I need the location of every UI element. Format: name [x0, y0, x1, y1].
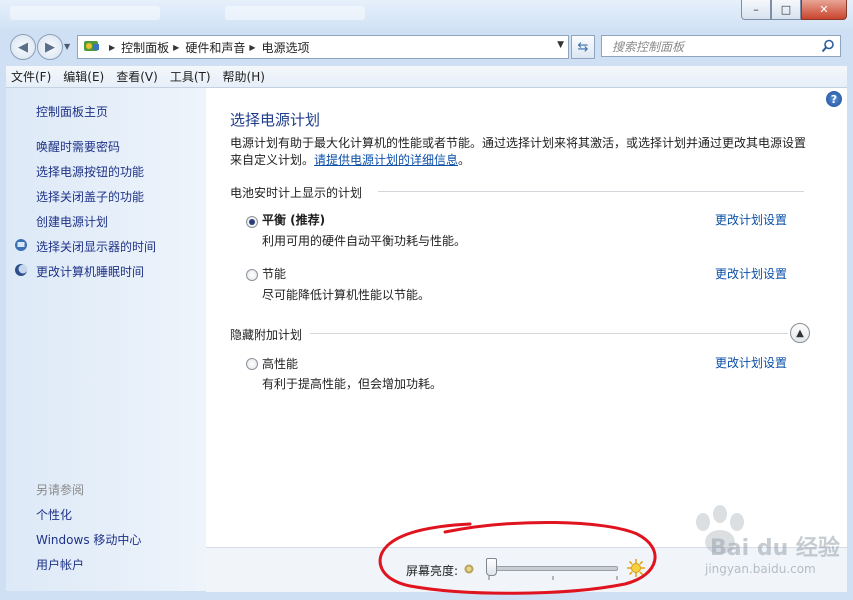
refresh-button[interactable]: ⇆	[571, 35, 595, 59]
collapse-hidden-plans-button[interactable]: ▲	[790, 323, 810, 343]
breadcrumb-power-options[interactable]: 电源选项	[262, 39, 310, 56]
back-button[interactable]: ◀	[10, 34, 36, 60]
plan-details-link[interactable]: 请提供电源计划的详细信息	[314, 153, 458, 167]
sidebar-item-lid-close[interactable]: 选择关闭盖子的功能	[36, 188, 144, 205]
breadcrumb-hardware-sound[interactable]: 硬件和声音	[185, 39, 245, 56]
breadcrumb-separator-icon[interactable]: ▶	[173, 43, 179, 52]
sidebar-item-personalization[interactable]: 个性化	[36, 506, 72, 523]
plan-desc-power-saver: 尽可能降低计算机性能以节能。	[262, 288, 431, 302]
forward-arrow-icon: ▶	[45, 39, 55, 55]
sidebar-item-display-off[interactable]: 选择关闭显示器的时间	[36, 238, 156, 255]
plan-radio-balanced[interactable]	[246, 216, 258, 228]
menu-edit[interactable]: 编辑(E)	[58, 68, 109, 85]
address-dropdown-icon[interactable]: ▼	[557, 40, 564, 50]
blurred-tab	[225, 6, 365, 20]
search-input[interactable]	[610, 37, 814, 57]
forward-button[interactable]: ▶	[37, 34, 63, 60]
window-controls: – □ ✕	[741, 0, 847, 20]
page-title: 选择电源计划	[230, 111, 321, 129]
address-bar[interactable]: ▶ 控制面板 ▶ 硬件和声音 ▶ 电源选项 ▼	[77, 35, 569, 59]
plan-radio-power-saver[interactable]	[246, 269, 258, 281]
change-plan-settings-balanced[interactable]: 更改计划设置	[715, 211, 787, 228]
breadcrumb-separator-icon[interactable]: ▶	[249, 43, 255, 52]
sidebar-control-panel-home[interactable]: 控制面板主页	[36, 103, 108, 120]
back-arrow-icon: ◀	[18, 39, 28, 55]
section-hidden-plans: 隐藏附加计划	[230, 328, 303, 342]
plan-desc-high-performance: 有利于提高性能，但会增加功耗。	[262, 377, 443, 391]
monitor-icon	[15, 239, 27, 251]
plan-radio-high-performance[interactable]	[246, 358, 258, 370]
blurred-tab	[10, 6, 160, 20]
chevron-up-icon: ▲	[796, 327, 804, 339]
minimize-button[interactable]: –	[741, 0, 771, 20]
title-bar: – □ ✕	[0, 0, 853, 30]
red-annotation-circle	[378, 520, 657, 595]
plan-desc-balanced: 利用可用的硬件自动平衡功耗与性能。	[262, 234, 467, 248]
sidebar-item-mobility-center[interactable]: Windows 移动中心	[36, 531, 141, 548]
see-also-header: 另请参阅	[36, 483, 85, 497]
change-plan-settings-high-performance[interactable]: 更改计划设置	[715, 354, 787, 371]
breadcrumb-separator-icon[interactable]: ▶	[109, 43, 115, 52]
section-divider	[310, 333, 788, 334]
menu-help[interactable]: 帮助(H)	[218, 68, 270, 85]
plan-name-balanced[interactable]: 平衡 (推荐)	[262, 211, 325, 228]
search-icon[interactable]	[821, 39, 835, 53]
sleep-moon-icon	[15, 264, 28, 276]
search-box[interactable]	[601, 35, 841, 57]
sidebar-item-user-accounts[interactable]: 用户帐户	[36, 556, 84, 573]
menu-file[interactable]: 文件(F)	[6, 68, 56, 85]
section-battery-plans: 电池安时计上显示的计划	[230, 186, 363, 200]
maximize-button[interactable]: □	[771, 0, 801, 20]
refresh-icon: ⇆	[577, 39, 589, 55]
sidebar-item-wake-password[interactable]: 唤醒时需要密码	[36, 138, 120, 155]
help-icon[interactable]: ?	[826, 91, 842, 107]
watermark-url: jingyan.baidu.com	[705, 562, 816, 576]
sidebar-item-sleep-time[interactable]: 更改计算机睡眠时间	[36, 263, 144, 280]
menu-view[interactable]: 查看(V)	[111, 68, 163, 85]
plan-name-power-saver[interactable]: 节能	[262, 265, 286, 282]
description-end: 。	[458, 153, 471, 167]
change-plan-settings-power-saver[interactable]: 更改计划设置	[715, 265, 787, 282]
menu-tools[interactable]: 工具(T)	[165, 68, 216, 85]
recent-pages-dropdown-icon[interactable]: ▼	[64, 42, 70, 51]
plan-name-high-performance[interactable]: 高性能	[262, 355, 298, 372]
sidebar-item-create-plan[interactable]: 创建电源计划	[36, 213, 108, 230]
section-divider	[378, 191, 804, 192]
control-panel-icon	[84, 41, 99, 51]
menu-bar: 文件(F) 编辑(E) 查看(V) 工具(T) 帮助(H)	[6, 66, 847, 88]
navigation-bar: ◀ ▶ ▼ ▶ 控制面板 ▶ 硬件和声音 ▶ 电源选项 ▼ ⇆	[0, 30, 853, 64]
page-description: 电源计划有助于最大化计算机的性能或者节能。通过选择计划来将其激活，或选择计划并通…	[230, 135, 815, 169]
watermark-brand: Bai du 经验	[710, 536, 840, 561]
task-pane: 控制面板主页 唤醒时需要密码 选择电源按钮的功能 选择关闭盖子的功能 创建电源计…	[6, 88, 206, 591]
sidebar-item-power-button[interactable]: 选择电源按钮的功能	[36, 163, 144, 180]
close-button[interactable]: ✕	[801, 0, 847, 20]
breadcrumb-control-panel[interactable]: 控制面板	[121, 39, 169, 56]
